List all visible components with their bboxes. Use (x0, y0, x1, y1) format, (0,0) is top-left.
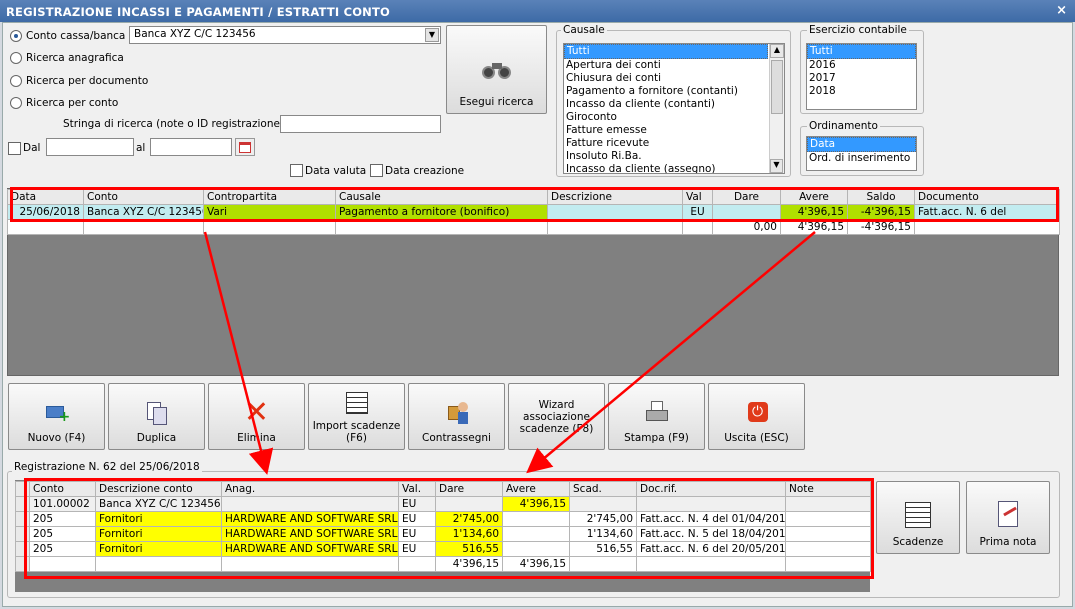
radio-dot[interactable] (10, 75, 22, 87)
elimina-label: Elimina (237, 432, 276, 444)
duplica-label: Duplica (136, 432, 177, 444)
esercizio-label: Esercizio contabile (807, 24, 909, 36)
esercizio-list[interactable]: Tutti 2016 2017 2018 (806, 43, 917, 110)
duplicate-icon (144, 400, 170, 426)
chevron-down-icon[interactable]: ▼ (425, 28, 439, 42)
esegui-ricerca-button[interactable]: Esegui ricerca (446, 25, 547, 114)
ordinamento-label: Ordinamento (807, 120, 880, 132)
document-edit-icon (993, 500, 1023, 530)
prima-nota-button[interactable]: Prima nota (966, 481, 1050, 554)
esegui-ricerca-label: Esegui ricerca (459, 96, 534, 108)
list-item[interactable]: 2016 (807, 59, 916, 72)
data-creazione-label: Data creazione (385, 165, 465, 177)
causale-scrollbar[interactable]: ▲ ▼ (769, 44, 784, 173)
radio-dot[interactable] (10, 52, 22, 64)
delete-icon: ✕ (243, 395, 270, 430)
calendar-icon[interactable] (235, 138, 255, 156)
registrazione-title: Registrazione N. 62 del 25/06/2018 (12, 461, 202, 473)
data-valuta-label: Data valuta (305, 165, 367, 177)
radio-dot[interactable] (10, 97, 22, 109)
radio-anagrafica[interactable]: Ricerca anagrafica (10, 50, 124, 66)
list-item[interactable]: Chiusura dei conti (564, 72, 768, 85)
radio-label: Ricerca anagrafica (26, 52, 124, 64)
close-icon[interactable]: × (1056, 3, 1067, 18)
scroll-down-icon[interactable]: ▼ (770, 159, 783, 173)
list-item[interactable]: Insoluto Ri.Ba. (564, 150, 768, 163)
list-item[interactable]: 2018 (807, 85, 916, 98)
scadenze-button[interactable]: Scadenze (876, 481, 960, 554)
stampa-label: Stampa (F9) (624, 432, 689, 444)
list-item[interactable]: Tutti (564, 44, 768, 59)
wizard-button[interactable]: Wizard associazione scadenze (F8) (508, 383, 605, 450)
radio-conto[interactable]: Conto cassa/banca (10, 28, 125, 44)
nuovo-button[interactable]: + Nuovo (F4) (8, 383, 105, 450)
contrassegni-button[interactable]: Contrassegni (408, 383, 505, 450)
ordinamento-list[interactable]: Data Ord. di inserimento (806, 136, 917, 171)
data-valuta-checkbox[interactable] (290, 164, 303, 177)
import-scadenze-button[interactable]: Import scadenze (F6) (308, 383, 405, 450)
wizard-label-2: associazione (523, 410, 590, 423)
scroll-up-icon[interactable]: ▲ (770, 44, 784, 58)
elimina-button[interactable]: ✕ Elimina (208, 383, 305, 450)
search-input[interactable] (280, 115, 441, 133)
spreadsheet-icon (344, 390, 370, 416)
conto-select[interactable]: Banca XYZ C/C 123456 ▼ (129, 26, 441, 44)
al-input[interactable] (150, 138, 232, 156)
highlight-box (10, 187, 1059, 222)
power-icon: ⏻ (744, 400, 770, 426)
import-label-1: Import scadenze (312, 420, 401, 432)
import-label-2: (F6) (346, 432, 367, 444)
wizard-label-1: Wizard (538, 398, 575, 411)
uscita-button[interactable]: ⏻ Uscita (ESC) (708, 383, 805, 450)
courier-icon (444, 400, 470, 426)
spreadsheet-icon (903, 500, 933, 530)
list-item[interactable]: Fatture emesse (564, 124, 768, 137)
dal-input[interactable] (46, 138, 134, 156)
list-item[interactable]: Tutti (807, 44, 916, 59)
list-item[interactable]: Giroconto (564, 111, 768, 124)
list-item[interactable]: Apertura dei conti (564, 59, 768, 72)
dal-checkbox[interactable] (8, 142, 21, 155)
conto-select-value: Banca XYZ C/C 123456 (134, 28, 256, 40)
new-icon: + (44, 400, 70, 426)
prima-nota-label: Prima nota (979, 536, 1037, 548)
radio-per-conto[interactable]: Ricerca per conto (10, 95, 118, 111)
stampa-button[interactable]: Stampa (F9) (608, 383, 705, 450)
binoculars-icon (480, 60, 514, 82)
radio-dot[interactable] (10, 30, 22, 42)
radio-documento[interactable]: Ricerca per documento (10, 73, 148, 89)
radio-label: Ricerca per documento (26, 75, 149, 87)
al-label: al (136, 142, 146, 154)
uscita-label: Uscita (ESC) (724, 432, 789, 444)
list-item[interactable]: 2017 (807, 72, 916, 85)
window-title: REGISTRAZIONE INCASSI E PAGAMENTI / ESTR… (0, 0, 1075, 22)
list-item[interactable]: Ord. di inserimento (807, 152, 916, 165)
data-creazione-checkbox[interactable] (370, 164, 383, 177)
list-item[interactable]: Incasso da cliente (assegno) (564, 163, 768, 173)
printer-icon (644, 400, 670, 426)
list-item[interactable]: Pagamento a fornitore (contanti) (564, 85, 768, 98)
duplica-button[interactable]: Duplica (108, 383, 205, 450)
list-item[interactable]: Incasso da cliente (contanti) (564, 98, 768, 111)
scadenze-label: Scadenze (892, 536, 944, 548)
wizard-label-3: scadenze (F8) (519, 422, 594, 435)
search-string-label: Stringa di ricerca (note o ID registrazi… (63, 118, 291, 130)
nuovo-label: Nuovo (F4) (27, 432, 86, 444)
radio-label: Conto cassa/banca (26, 30, 126, 42)
list-item[interactable]: Data (807, 137, 916, 152)
dal-label: Dal (23, 142, 41, 154)
list-item[interactable]: Fatture ricevute (564, 137, 768, 150)
radio-label: Ricerca per conto (26, 97, 119, 109)
causale-label: Causale (561, 24, 607, 36)
highlight-box (24, 478, 874, 579)
causale-list[interactable]: Tutti Apertura dei conti Chiusura dei cont… (563, 43, 785, 174)
contrassegni-label: Contrassegni (422, 432, 491, 444)
scroll-thumb[interactable] (771, 60, 783, 114)
